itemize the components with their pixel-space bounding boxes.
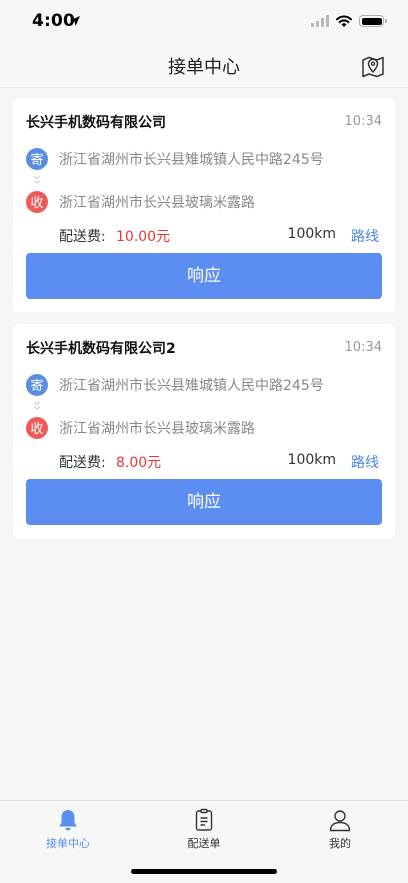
sender-badge: 寄	[26, 147, 48, 170]
fee-label: 配送费:	[59, 229, 106, 245]
fee-row: 配送费: 10.00元 100km 路线	[26, 217, 382, 253]
fee-label: 配送费:	[59, 455, 106, 471]
tab-mine[interactable]: 我的	[290, 807, 390, 851]
order-header: 长兴手机数码有限公司2 10:34	[26, 324, 382, 369]
sender-row: 寄 浙江省湖州市长兴县雉城镇人民中路245号	[26, 369, 382, 400]
sender-address: 浙江省湖州市长兴县雉城镇人民中路245号	[59, 377, 324, 394]
tab-label: 我的	[329, 837, 351, 850]
chevron-down-icon	[26, 174, 48, 186]
tab-label: 配送单	[187, 837, 221, 850]
route-link[interactable]: 路线	[351, 226, 379, 246]
receiver-row: 收 浙江省湖州市长兴县玻璃米露路	[26, 186, 382, 217]
home-indicator	[131, 869, 277, 874]
receiver-row: 收 浙江省湖州市长兴县玻璃米露路	[26, 412, 382, 443]
map-pin-icon[interactable]	[360, 53, 386, 79]
order-card: 长兴手机数码有限公司 10:34 寄 浙江省湖州市长兴县雉城镇人民中路245号 …	[13, 98, 395, 312]
fee-value: 8.00元	[116, 455, 162, 471]
order-header: 长兴手机数码有限公司 10:34	[26, 98, 382, 143]
location-arrow-icon	[70, 16, 80, 26]
order-time: 10:34	[344, 340, 382, 355]
fee-row: 配送费: 8.00元 100km 路线	[26, 443, 382, 479]
cellular-signal-icon	[311, 15, 329, 27]
receiver-badge: 收	[26, 416, 48, 439]
screen: 4:00 接单中心 长兴手机数码有限公司 10:34 寄 浙江省湖州市长兴县雉城…	[0, 0, 408, 883]
tab-delivery[interactable]: 配送单	[154, 807, 254, 851]
wifi-icon	[336, 15, 352, 27]
tab-order-center[interactable]: 接单中心	[18, 807, 118, 851]
order-card: 长兴手机数码有限公司2 10:34 寄 浙江省湖州市长兴县雉城镇人民中路245号…	[13, 324, 395, 538]
chevron-down-icon	[26, 400, 48, 412]
sender-row: 寄 浙江省湖州市长兴县雉城镇人民中路245号	[26, 143, 382, 174]
receiver-address: 浙江省湖州市长兴县玻璃米露路	[59, 194, 255, 211]
receiver-address: 浙江省湖州市长兴县玻璃米露路	[59, 420, 255, 437]
tab-label: 接单中心	[46, 837, 90, 850]
distance: 100km	[287, 452, 336, 468]
respond-button[interactable]: 响应	[26, 253, 382, 299]
fee-value: 10.00元	[116, 229, 171, 245]
sender-address: 浙江省湖州市长兴县雉城镇人民中路245号	[59, 151, 324, 168]
company-name: 长兴手机数码有限公司	[26, 115, 166, 131]
status-indicators	[311, 14, 387, 28]
respond-button[interactable]: 响应	[26, 479, 382, 525]
company-name: 长兴手机数码有限公司2	[26, 341, 176, 357]
distance: 100km	[287, 226, 336, 242]
order-time: 10:34	[344, 114, 382, 129]
battery-icon	[359, 15, 387, 27]
person-icon	[329, 810, 351, 832]
order-list: 长兴手机数码有限公司 10:34 寄 浙江省湖州市长兴县雉城镇人民中路245号 …	[13, 98, 395, 550]
receiver-badge: 收	[26, 190, 48, 213]
clipboard-icon	[195, 808, 213, 831]
nav-bar: 接单中心	[0, 44, 408, 88]
page-title: 接单中心	[168, 57, 240, 78]
status-bar: 4:00	[0, 0, 408, 44]
route-link[interactable]: 路线	[351, 452, 379, 472]
bell-icon	[59, 810, 77, 831]
sender-badge: 寄	[26, 373, 48, 396]
